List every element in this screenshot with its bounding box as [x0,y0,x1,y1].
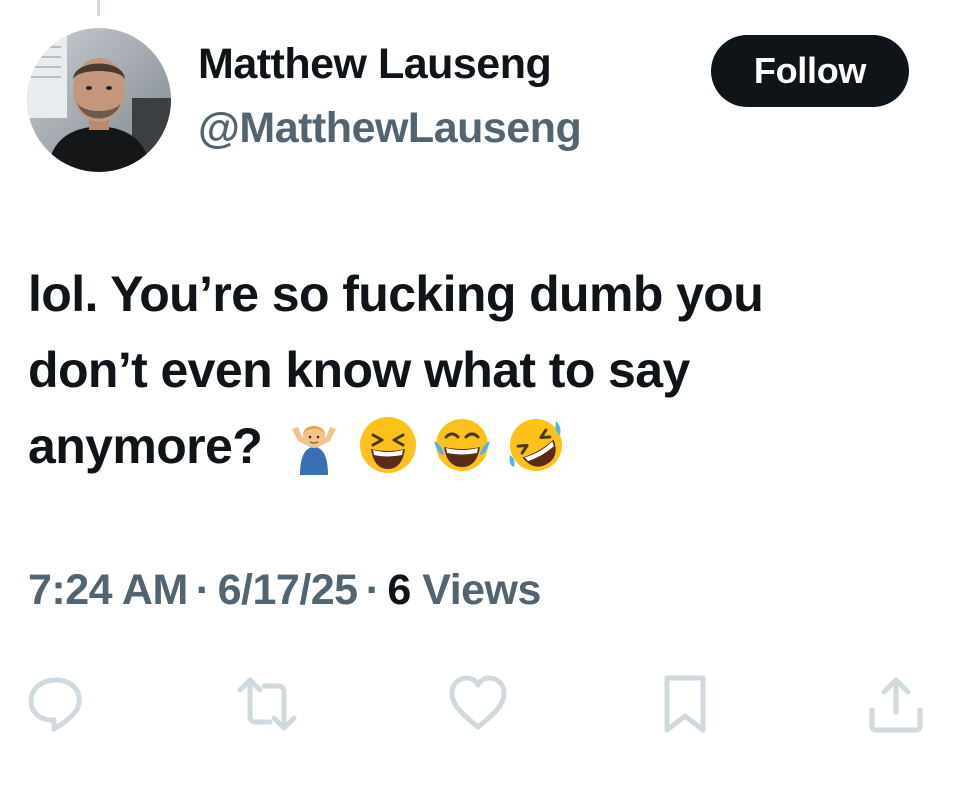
bookmark-button[interactable] [653,672,717,736]
thread-connector-line [97,0,100,16]
tweet-text-line-3: anymore? [28,408,928,484]
tweet-text-line-3-text: anymore? [28,418,263,474]
tweet-text-line-2: don’t even know what to say [28,342,690,398]
tweet-text: lol. You’re so fucking dumb you don’t ev… [28,256,928,484]
retweet-button[interactable] [235,672,299,736]
tweet-meta: 7:24 AM · 6/17/25 · 6 Views [28,566,541,615]
reply-button[interactable] [24,672,88,736]
tweet-time[interactable]: 7:24 AM [28,566,188,614]
meta-separator: · [195,566,210,614]
tweet-date[interactable]: 6/17/25 [218,566,358,614]
person-shrugging-emoji-icon [284,415,344,475]
heart-icon [449,675,507,730]
tweet-card: Matthew Lauseng @MatthewLauseng Follow l… [0,0,960,794]
author-handle[interactable]: @MatthewLauseng [198,104,582,153]
avatar[interactable] [27,28,171,172]
follow-button[interactable]: Follow [711,35,909,107]
reply-icon [28,677,82,732]
share-icon [869,677,923,733]
action-bar [0,672,960,736]
views-label[interactable]: Views [422,566,541,614]
author-name[interactable]: Matthew Lauseng [198,40,552,89]
like-button[interactable] [446,672,510,736]
face-with-tears-of-joy-emoji-icon [432,415,492,475]
retweet-icon [237,677,297,731]
share-button[interactable] [864,672,928,736]
views-count[interactable]: 6 [387,566,411,614]
meta-separator: · [365,566,380,614]
tweet-text-line-1: lol. You’re so fucking dumb you [28,266,764,322]
bookmark-icon [664,675,706,733]
grinning-squinting-face-emoji-icon [358,415,418,475]
rolling-on-the-floor-laughing-emoji-icon [506,415,566,475]
